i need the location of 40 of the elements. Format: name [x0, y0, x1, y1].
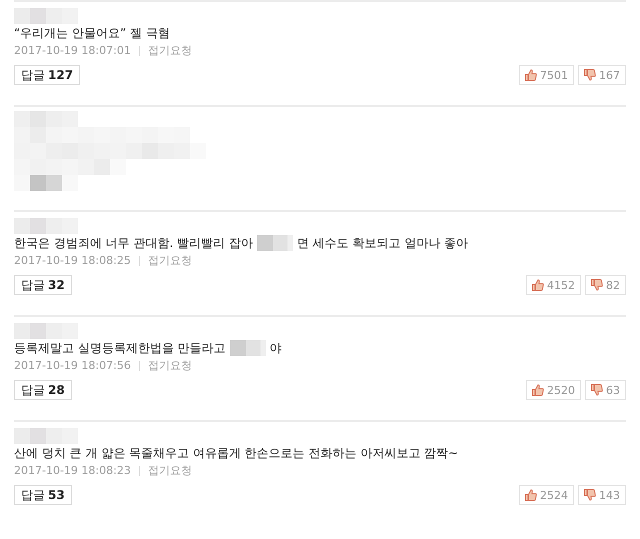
comment-date: 2017-10-19 18:08:25: [14, 254, 131, 267]
censor-block: [230, 340, 266, 356]
dislike-button[interactable]: 143: [578, 485, 626, 505]
comment-text: 등록제말고 실명등록제한법을 만들라고: [14, 340, 226, 357]
blurred-username: [14, 323, 78, 339]
comment-text: 면 세수도 확보되고 얼마나 좋아: [296, 235, 468, 252]
like-button[interactable]: 2524: [519, 485, 574, 505]
report-link[interactable]: 접기요청: [148, 358, 192, 373]
comment-date: 2017-10-19 18:08:23: [14, 464, 131, 477]
thumbs-up-icon: [532, 384, 544, 396]
comment-date: 2017-10-19 18:07:56: [14, 359, 131, 372]
dislike-button[interactable]: 167: [578, 65, 626, 85]
reply-button[interactable]: 답글 32: [14, 275, 72, 295]
dislike-button[interactable]: 82: [585, 275, 626, 295]
reply-button[interactable]: 답글 53: [14, 485, 72, 505]
reply-button[interactable]: 답글 28: [14, 380, 72, 400]
reply-button[interactable]: 답글 127: [14, 65, 80, 85]
thumbs-up-icon: [525, 69, 537, 81]
blurred-username: [14, 428, 78, 444]
like-button[interactable]: 4152: [526, 275, 581, 295]
comment-date: 2017-10-19 18:07:01: [14, 44, 131, 57]
comment-text: 한국은 경범죄에 너무 관대함. 빨리빨리 잡아: [14, 235, 253, 252]
thumbs-up-icon: [532, 279, 544, 291]
thumbs-down-icon: [591, 384, 603, 396]
thumbs-up-icon: [525, 489, 537, 501]
thumbs-down-icon: [584, 489, 596, 501]
comment-text: 산에 덩치 큰 개 얇은 목줄채우고 여유롭게 한손으로는 전화하는 아저씨보고 깜짝~: [14, 445, 458, 462]
comment-text: 야: [270, 340, 282, 357]
report-link[interactable]: 접기요청: [148, 253, 192, 268]
dislike-button[interactable]: 63: [585, 380, 626, 400]
thumbs-down-icon: [591, 279, 603, 291]
censor-block: [256, 235, 293, 251]
thumbs-down-icon: [584, 69, 596, 81]
report-link[interactable]: 접기요청: [148, 43, 192, 58]
blurred-username: [14, 218, 78, 234]
like-button[interactable]: 2520: [526, 380, 581, 400]
comment-text: “우리개는 안물어요” 젤 극혐: [14, 25, 170, 42]
report-link[interactable]: 접기요청: [148, 463, 192, 478]
like-button[interactable]: 7501: [519, 65, 574, 85]
blurred-username: [14, 8, 78, 24]
